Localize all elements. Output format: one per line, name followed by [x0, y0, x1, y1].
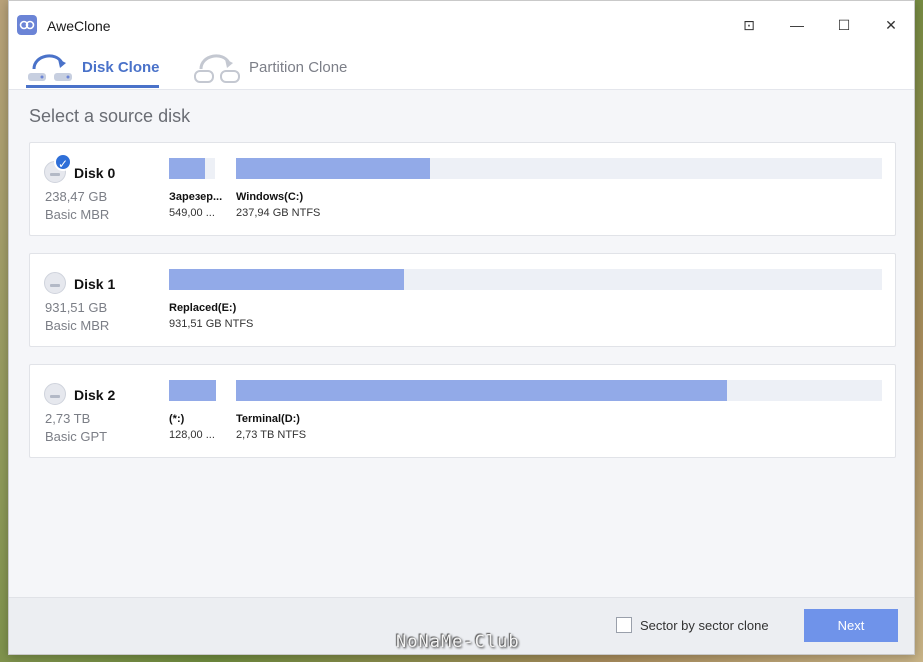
minimize-icon: —: [790, 17, 804, 33]
partition-block: (*:) 128,00 ...: [169, 380, 216, 441]
partition-name: Replaced(E:): [169, 302, 237, 314]
tab-bar: Disk Clone Partition Clone: [9, 45, 914, 90]
partition-usage-bar: [236, 380, 882, 401]
disk-size: 931,51 GB: [45, 300, 108, 315]
partition-usage-bar: [236, 158, 882, 179]
sector-clone-label: Sector by sector clone: [640, 618, 769, 633]
disk-clone-icon: [26, 49, 74, 85]
disk-size: 238,47 GB: [45, 189, 108, 204]
disk-card-0[interactable]: ✓ Disk 0 238,47 GB Basic MBR Зарезер... …: [29, 142, 896, 236]
partition-name: (*:): [169, 413, 185, 425]
partition-name: Зарезер...: [169, 191, 223, 203]
partition-clone-icon: [193, 49, 241, 85]
title-bar: AweClone ⊡ — ☐ ✕: [9, 1, 914, 49]
tab-disk-clone[interactable]: Disk Clone: [26, 45, 160, 89]
partition-info: 549,00 ...: [169, 207, 215, 219]
next-button[interactable]: Next: [804, 609, 898, 642]
partition-usage-fill: [236, 380, 727, 401]
disk-card-1[interactable]: Disk 1 931,51 GB Basic MBR Replaced(E:) …: [29, 253, 896, 347]
disk-card-2[interactable]: Disk 2 2,73 TB Basic GPT (*:) 128,00 ...…: [29, 364, 896, 458]
watermark-text: NoNaMe-Club: [396, 632, 520, 652]
disk-name: Disk 1: [74, 276, 116, 292]
partition-block: Terminal(D:) 2,73 TB NTFS: [236, 380, 882, 441]
aweclone-logo-icon: [17, 15, 37, 35]
partition-info: 2,73 TB NTFS: [236, 429, 307, 441]
partition-usage-fill: [169, 380, 216, 401]
partition-name: Windows(C:): [236, 191, 304, 203]
app-title: AweClone: [47, 18, 111, 34]
disk-type: Basic GPT: [45, 429, 108, 444]
partition-block: Windows(C:) 237,94 GB NTFS: [236, 158, 882, 219]
partition-usage-fill: [169, 158, 205, 179]
selected-check-icon: ✓: [54, 153, 72, 171]
active-tab-indicator: [26, 85, 159, 88]
partition-block: Зарезер... 549,00 ...: [169, 158, 223, 219]
sector-clone-checkbox[interactable]: [616, 617, 632, 633]
partition-usage-bar: [169, 158, 215, 179]
tab-partition-clone-label: Partition Clone: [249, 58, 348, 76]
maximize-button[interactable]: ☐: [832, 13, 856, 37]
partition-usage-bar: [169, 380, 216, 401]
close-button[interactable]: ✕: [879, 13, 903, 37]
partition-info: 931,51 GB NTFS: [169, 318, 254, 330]
partition-usage-fill: [236, 158, 430, 179]
partition-usage-fill: [169, 269, 405, 290]
tab-partition-clone[interactable]: Partition Clone: [193, 45, 347, 89]
minimize-button[interactable]: —: [785, 13, 809, 37]
pin-window-button[interactable]: ⊡: [737, 13, 761, 37]
close-icon: ✕: [885, 16, 897, 33]
hard-disk-icon: [44, 272, 66, 294]
tab-disk-clone-label: Disk Clone: [82, 58, 160, 76]
pin-icon: ⊡: [743, 16, 755, 33]
disk-name: Disk 0: [74, 165, 116, 181]
partition-block: Replaced(E:) 931,51 GB NTFS: [169, 269, 882, 330]
page-title: Select a source disk: [29, 106, 191, 126]
partition-name: Terminal(D:): [236, 413, 300, 425]
disk-size: 2,73 TB: [45, 411, 91, 426]
partition-usage-bar: [169, 269, 882, 290]
disk-type: Basic MBR: [45, 207, 110, 222]
app-window: AweClone ⊡ — ☐ ✕ Disk Clone Partition Cl…: [8, 0, 915, 655]
disk-name: Disk 2: [74, 387, 116, 403]
hard-disk-icon: [44, 383, 66, 405]
partition-info: 128,00 ...: [169, 429, 215, 441]
disk-type: Basic MBR: [45, 318, 110, 333]
partition-info: 237,94 GB NTFS: [236, 207, 321, 219]
maximize-icon: ☐: [837, 16, 851, 33]
